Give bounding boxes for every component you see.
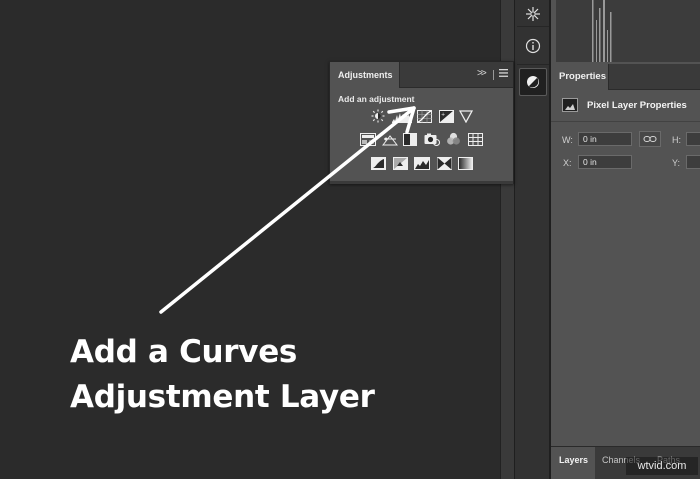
adjustments-toggle-icon[interactable]: [519, 68, 547, 96]
collapse-panel-icon[interactable]: >>: [477, 68, 487, 79]
adjustments-panel: Adjustments >> Add an adjustment +: [329, 61, 514, 184]
color-balance-icon[interactable]: [382, 132, 398, 146]
width-field[interactable]: 0 in: [578, 132, 632, 146]
brightness-contrast-icon[interactable]: [370, 109, 386, 123]
x-label: X:: [563, 158, 572, 168]
add-adjustment-label: Add an adjustment: [338, 94, 415, 104]
vibrance-icon[interactable]: [458, 109, 474, 123]
levels-icon[interactable]: [392, 109, 412, 123]
curves-icon[interactable]: [416, 109, 432, 123]
properties-header: Pixel Layer Properties: [551, 90, 700, 122]
panel-menu-icon[interactable]: [499, 69, 508, 79]
pixel-layer-icon: [562, 98, 578, 112]
selective-color-icon[interactable]: [436, 156, 452, 170]
channel-mixer-icon[interactable]: [445, 132, 461, 146]
tab-properties[interactable]: Properties: [551, 64, 609, 90]
panel-footer: [330, 181, 513, 184]
svg-text:+: +: [441, 112, 445, 118]
navigator-wheel-icon[interactable]: [519, 0, 547, 28]
invert-icon[interactable]: [370, 156, 386, 170]
color-lookup-icon[interactable]: [467, 132, 483, 146]
info-icon[interactable]: [519, 32, 547, 60]
properties-title: Pixel Layer Properties: [587, 100, 687, 111]
link-icon[interactable]: [639, 131, 661, 147]
w-label: W:: [562, 135, 573, 145]
gradient-map-icon[interactable]: [457, 156, 473, 170]
tabbar-divider: [493, 70, 494, 80]
adjustments-tabbar: Adjustments >>: [330, 62, 513, 88]
y-label: Y:: [672, 158, 681, 168]
black-white-icon[interactable]: [402, 132, 418, 146]
exposure-icon[interactable]: +: [438, 109, 454, 123]
threshold-icon[interactable]: [414, 156, 430, 170]
h-label: H:: [672, 135, 681, 145]
photo-filter-icon[interactable]: [424, 132, 440, 146]
watermark: wtvid.com: [626, 457, 698, 475]
caption-line-1: Add a Curves: [70, 334, 298, 370]
properties-tabbar: Properties: [551, 64, 700, 90]
x-field[interactable]: 0 in: [578, 155, 632, 169]
caption-line-2: Adjustment Layer: [70, 379, 375, 415]
strip-separator: [517, 64, 549, 65]
panel-icon-strip: [514, 0, 550, 479]
height-field[interactable]: [686, 132, 700, 146]
y-field[interactable]: [686, 155, 700, 169]
tab-layers[interactable]: Layers: [551, 447, 595, 479]
posterize-icon[interactable]: [392, 156, 408, 170]
strip-separator: [517, 26, 549, 27]
annotation-caption: Add a Curves Adjustment Layer: [70, 330, 430, 420]
tab-adjustments[interactable]: Adjustments: [330, 62, 400, 88]
histogram-preview: [556, 0, 700, 62]
hue-saturation-icon[interactable]: [360, 132, 376, 146]
